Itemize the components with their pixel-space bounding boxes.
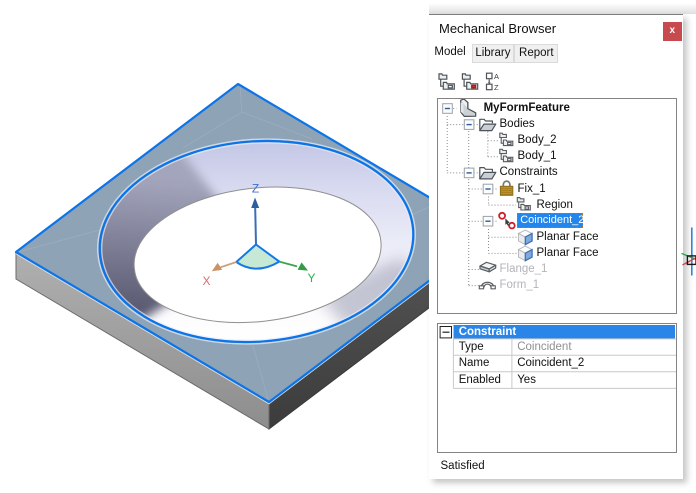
svg-text:A: A [494, 72, 499, 81]
svg-text:Y: Y [307, 271, 315, 285]
svg-text:Z: Z [494, 83, 499, 92]
svg-text:X: X [202, 274, 210, 288]
svg-text:Z: Z [252, 182, 259, 196]
